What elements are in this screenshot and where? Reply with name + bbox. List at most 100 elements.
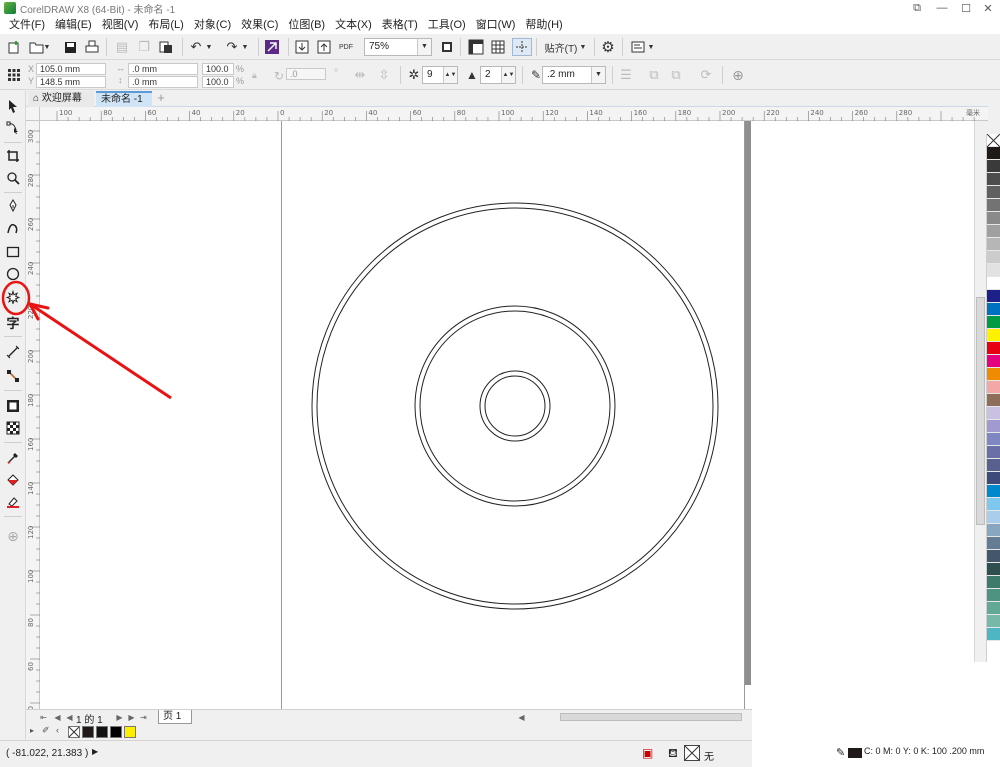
eyedropper-tool-icon[interactable] <box>3 448 23 468</box>
ellipse-tool-icon[interactable] <box>3 264 23 284</box>
menu-object[interactable]: 对象(C) <box>189 16 236 34</box>
minimize-icon[interactable]: — <box>930 0 954 16</box>
height-field[interactable]: .0 mm <box>128 76 198 88</box>
publish-pdf-icon[interactable]: PDF <box>336 38 356 56</box>
export-icon[interactable] <box>314 38 334 56</box>
zoom-tool-icon[interactable] <box>3 168 23 188</box>
drawn-circle[interactable] <box>311 202 719 610</box>
star-points-spinner[interactable]: 9 ▲▼ <box>422 66 458 84</box>
palette-swatch[interactable] <box>987 628 1000 641</box>
horizontal-scrollbar[interactable] <box>538 711 778 723</box>
import-icon[interactable] <box>292 38 312 56</box>
color-proof-icon[interactable]: ▣ <box>642 746 653 760</box>
palette-swatch[interactable] <box>987 589 1000 602</box>
outline-width-combo[interactable]: .2 mm ▼ <box>542 66 606 84</box>
horizontal-scroll-thumb[interactable] <box>560 713 742 721</box>
rectangle-tool-icon[interactable] <box>3 242 23 262</box>
close-icon[interactable]: ✕ <box>976 0 1000 16</box>
palette-swatch[interactable] <box>987 212 1000 225</box>
eyedropper-small-icon[interactable]: ✐ <box>42 725 50 736</box>
outline-pen-status-icon[interactable]: ✎ <box>836 746 845 759</box>
paste-icon[interactable] <box>156 38 176 56</box>
freehand-tool-icon[interactable] <box>3 196 23 216</box>
ruler-corner[interactable] <box>26 107 40 121</box>
next-page-icon[interactable]: ▶ <box>114 711 125 723</box>
shape-tool-icon[interactable] <box>3 118 23 138</box>
palette-swatch[interactable] <box>987 472 1000 485</box>
palette-swatch[interactable] <box>987 485 1000 498</box>
pick-tool-icon[interactable] <box>3 96 23 116</box>
menu-table[interactable]: 表格(T) <box>377 16 423 34</box>
scroll-left-icon[interactable]: ◀ <box>516 711 527 723</box>
scale-y-field[interactable]: 100.0 <box>202 76 234 88</box>
doc-palette-swatch[interactable] <box>82 726 94 738</box>
palette-swatch[interactable] <box>987 329 1000 342</box>
save-icon[interactable] <box>60 38 80 56</box>
menu-effects[interactable]: 效果(C) <box>236 16 283 34</box>
menu-bitmaps[interactable]: 位图(B) <box>283 16 330 34</box>
menu-tools[interactable]: 工具(O) <box>423 16 471 34</box>
to-front-icon[interactable]: ⧉ <box>644 66 664 84</box>
palette-swatch[interactable] <box>987 381 1000 394</box>
drawn-circle[interactable] <box>484 375 546 437</box>
last-page-icon[interactable]: ▶ <box>126 711 137 723</box>
palette-no-color-swatch[interactable] <box>987 134 1000 147</box>
palette-swatch[interactable] <box>987 342 1000 355</box>
drawn-circle[interactable] <box>414 305 616 507</box>
undo-dropdown-icon[interactable]: ▼ <box>204 38 214 56</box>
previous-page-icon[interactable]: ◀ <box>52 711 63 723</box>
palette-swatch[interactable] <box>987 498 1000 511</box>
open-dropdown-icon[interactable]: ▼ <box>42 38 52 56</box>
snap-dropdown-icon[interactable]: ▼ <box>578 38 588 56</box>
artistic-media-tool-icon[interactable] <box>3 218 23 238</box>
palette-swatch[interactable] <box>987 303 1000 316</box>
text-tool-icon[interactable]: 字 <box>3 312 23 332</box>
options-gear-icon[interactable]: ⚙ <box>598 38 618 56</box>
to-back-icon[interactable]: ⧉ <box>666 66 686 84</box>
palette-swatch[interactable] <box>987 602 1000 615</box>
palette-swatch[interactable] <box>987 225 1000 238</box>
drop-shadow-tool-icon[interactable] <box>3 396 23 416</box>
mirror-horizontal-icon[interactable]: ⇹ <box>350 66 370 84</box>
show-grid-icon[interactable] <box>488 38 508 56</box>
position-x-field[interactable]: 105.0 mm <box>36 63 106 75</box>
add-page-icon[interactable]: ⇥ <box>138 711 149 723</box>
horizontal-ruler[interactable]: 100 80 60 40 20 0 20 40 60 80 100 120 140 160 180 200 22… <box>40 107 988 121</box>
application-launcher-icon[interactable] <box>628 38 648 56</box>
parallel-dimension-tool-icon[interactable] <box>3 342 23 362</box>
doc-palette-swatch[interactable] <box>96 726 108 738</box>
palette-swatch[interactable] <box>987 446 1000 459</box>
mirror-vertical-icon[interactable]: ⇳ <box>374 66 394 84</box>
scale-x-field[interactable]: 100.0 <box>202 63 234 75</box>
palette-swatch[interactable] <box>987 199 1000 212</box>
fill-none-swatch[interactable] <box>684 745 700 761</box>
drawing-area[interactable] <box>40 121 974 709</box>
palette-swatch[interactable] <box>987 524 1000 537</box>
palette-swatch[interactable] <box>987 420 1000 433</box>
connector-tool-icon[interactable] <box>3 366 23 386</box>
menu-layout[interactable]: 布局(L) <box>143 16 188 34</box>
search-content-icon[interactable] <box>262 38 282 56</box>
snap-to-menu[interactable]: 贴齐(T) <box>542 38 580 56</box>
new-document-icon[interactable] <box>4 38 24 56</box>
redo-dropdown-icon[interactable]: ▼ <box>240 38 250 56</box>
palette-swatch[interactable] <box>987 290 1000 303</box>
vertical-scrollbar[interactable] <box>974 121 986 709</box>
smart-fill-tool-icon[interactable] <box>3 492 23 512</box>
convert-to-curves-icon[interactable]: ⟳ <box>696 66 716 84</box>
palette-menu-icon[interactable]: ▸ <box>30 726 34 735</box>
interactive-fill-tool-icon[interactable] <box>3 470 23 490</box>
menu-file[interactable]: 文件(F) <box>4 16 50 34</box>
lock-ratio-icon[interactable]: 🔒︎ <box>252 70 257 81</box>
palette-swatch[interactable] <box>987 355 1000 368</box>
outline-color-swatch[interactable] <box>848 748 862 758</box>
palette-swatch[interactable] <box>987 186 1000 199</box>
width-field[interactable]: .0 mm <box>128 63 198 75</box>
menu-edit[interactable]: 编辑(E) <box>50 16 97 34</box>
doc-palette-swatch[interactable] <box>124 726 136 738</box>
add-tab-icon[interactable]: + <box>154 91 168 107</box>
palette-swatch[interactable] <box>987 264 1000 277</box>
launcher-dropdown-icon[interactable]: ▼ <box>646 38 656 56</box>
text-wrap-icon[interactable]: ☰ <box>616 66 636 84</box>
drawing-canvas[interactable] <box>40 121 974 709</box>
